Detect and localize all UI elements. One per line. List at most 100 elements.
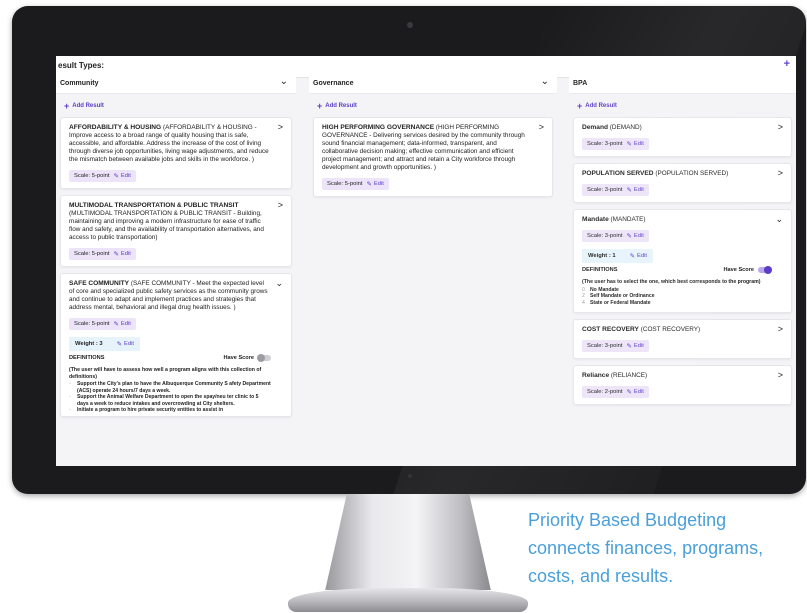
add-result-type-button[interactable]: + <box>784 58 790 70</box>
monitor-frame: esult Types: + Community ⌄ + Add Result … <box>12 6 806 494</box>
have-score-toggle[interactable] <box>257 354 271 362</box>
column-header[interactable]: Community ⌄ <box>56 74 296 94</box>
scale-label: Scale: 5-point <box>327 181 363 187</box>
edit-scale-button[interactable]: ✎ Edit <box>626 140 643 148</box>
result-name: POPULATION SERVED <box>582 170 654 177</box>
marketing-caption: Priority Based Budgeting connects financ… <box>528 506 803 590</box>
edit-scale-button[interactable]: ✎ Edit <box>626 342 643 350</box>
definition-item: ◦ Initiate a program to hire private secu… <box>69 407 271 414</box>
column-community: Community ⌄ + Add Result > AFFORDABILITY… <box>56 74 296 466</box>
have-score-control: Have Score <box>723 266 772 274</box>
edit-scale-button[interactable]: ✎ Edit <box>626 388 643 396</box>
monitor-logo-dot <box>408 474 412 478</box>
scale-chip: Scale: 3-point ✎ Edit <box>582 340 649 352</box>
column-title: Governance <box>313 80 354 87</box>
have-score-toggle[interactable] <box>758 266 772 274</box>
edit-label: Edit <box>633 343 644 349</box>
chevron-right-icon[interactable]: > <box>278 122 283 132</box>
result-title: Demand (DEMAND) <box>582 124 771 132</box>
definition-text: Support the Animal Welfare Department to… <box>77 394 259 407</box>
pencil-icon: ✎ <box>113 251 119 258</box>
have-score-control: Have Score <box>224 354 271 362</box>
edit-scale-button[interactable]: ✎ Edit <box>113 250 130 258</box>
result-title: COST RECOVERY (COST RECOVERY) <box>582 326 771 334</box>
plus-icon: + <box>577 101 583 111</box>
add-result-label: Add Result <box>325 103 357 109</box>
scale-label: Scale: 3-point <box>587 233 623 239</box>
definition-item: ◦ Support the Animal Welfare Department t… <box>69 394 271 407</box>
result-card[interactable]: > HIGH PERFORMING GOVERNANCE (HIGH PERFO… <box>313 117 553 197</box>
edit-label: Edit <box>373 181 384 187</box>
result-description: (MANDATE) <box>610 216 646 223</box>
result-card[interactable]: > POPULATION SERVED (POPULATION SERVED) … <box>573 163 792 203</box>
result-card[interactable]: > Demand (DEMAND) Scale: 3-point ✎ Edit <box>573 117 792 157</box>
chevron-right-icon[interactable]: > <box>778 168 783 178</box>
scale-chip: Scale: 2-point ✎ Edit <box>582 386 649 398</box>
result-name: COST RECOVERY <box>582 326 639 333</box>
chevron-right-icon[interactable]: > <box>278 200 283 210</box>
result-title: HIGH PERFORMING GOVERNANCE (HIGH PERFORM… <box>322 124 532 172</box>
edit-scale-button[interactable]: ✎ Edit <box>113 320 130 328</box>
result-card[interactable]: > AFFORDABILITY & HOUSING (AFFORDABILITY… <box>60 117 292 189</box>
pencil-icon: ✎ <box>626 187 632 194</box>
edit-scale-button[interactable]: ✎ Edit <box>366 180 383 188</box>
edit-scale-button[interactable]: ✎ Edit <box>113 172 130 180</box>
toggle-knob <box>257 354 265 362</box>
scale-label: Scale: 5-point <box>74 251 110 257</box>
result-name: HIGH PERFORMING GOVERNANCE <box>322 124 435 131</box>
result-card-expanded[interactable]: ⌄ SAFE COMMUNITY (SAFE COMMUNITY - Meet … <box>60 273 292 417</box>
edit-scale-button[interactable]: ✎ Edit <box>626 232 643 240</box>
add-result-button[interactable]: + Add Result <box>309 94 557 117</box>
result-name: Mandate <box>582 216 609 223</box>
pencil-icon: ✎ <box>113 173 119 180</box>
chevron-right-icon[interactable]: > <box>778 370 783 380</box>
have-score-label: Have Score <box>723 267 754 273</box>
scale-label: Scale: 3-point <box>587 343 623 349</box>
app-screen: esult Types: + Community ⌄ + Add Result … <box>56 56 796 466</box>
score-value: 4 <box>582 299 585 306</box>
bullet-icon: ◦ <box>69 394 71 400</box>
result-card[interactable]: > MULTIMODAL TRANSPORTATION & PUBLIC TRA… <box>60 195 292 267</box>
scale-chip: Scale: 5-point ✎ Edit <box>322 178 389 190</box>
edit-label: Edit <box>633 141 644 147</box>
definitions-note: (The user has to select the one, which b… <box>582 279 761 285</box>
chevron-down-icon[interactable]: ⌄ <box>275 278 283 289</box>
result-title: MULTIMODAL TRANSPORTATION & PUBLIC TRANS… <box>69 202 271 242</box>
pencil-icon: ✎ <box>626 233 632 240</box>
definition-item: ◦ Support the City's plan to have the Alb… <box>69 381 271 394</box>
column-header[interactable]: Governance ⌄ <box>309 74 557 94</box>
result-card[interactable]: > Reliance (RELIANCE) Scale: 2-point ✎ Ed… <box>573 365 792 405</box>
scale-chip: Scale: 5-point ✎ Edit <box>69 248 136 260</box>
chevron-down-icon[interactable]: ⌄ <box>775 214 783 225</box>
chevron-down-icon[interactable]: ⌄ <box>541 76 549 87</box>
result-description: (RELIANCE) <box>610 372 648 379</box>
edit-scale-button[interactable]: ✎ Edit <box>626 186 643 194</box>
column-bpa: BPA + Add Result > Demand (DEMAND) Scale… <box>569 74 796 466</box>
chevron-right-icon[interactable]: > <box>778 122 783 132</box>
result-card-expanded[interactable]: ⌄ Mandate (MANDATE) Scale: 3-point ✎ Edit… <box>573 209 792 313</box>
plus-icon: + <box>64 101 70 111</box>
score-option: 4 State or Federal Mandate <box>582 300 771 307</box>
pencil-icon: ✎ <box>366 181 372 188</box>
result-card[interactable]: > COST RECOVERY (COST RECOVERY) Scale: 3… <box>573 319 792 359</box>
scale-chip: Scale: 3-point ✎ Edit <box>582 138 649 150</box>
column-title: Community <box>60 80 99 87</box>
chevron-right-icon[interactable]: > <box>778 324 783 334</box>
edit-weight-button[interactable]: ✎ Edit <box>117 340 134 348</box>
caption-line: costs, and results. <box>528 566 674 586</box>
chevron-down-icon[interactable]: ⌄ <box>280 76 288 87</box>
definitions-note: (The user will have to assess how well a… <box>69 367 262 380</box>
scale-chip: Scale: 5-point ✎ Edit <box>69 170 136 182</box>
result-title: POPULATION SERVED (POPULATION SERVED) <box>582 170 771 178</box>
toggle-knob <box>764 266 772 274</box>
caption-line: Priority Based Budgeting <box>528 510 727 530</box>
monitor-stand-neck <box>325 494 491 590</box>
add-result-button[interactable]: + Add Result <box>56 94 296 117</box>
edit-label: Edit <box>633 389 644 395</box>
result-description: (POPULATION SERVED) <box>655 170 729 177</box>
edit-weight-button[interactable]: ✎ Edit <box>630 252 647 260</box>
score-options-list: 0 No Mandate 2 Self Mandate or Ordinance 4… <box>582 287 771 307</box>
add-result-button[interactable]: + Add Result <box>569 94 796 117</box>
chevron-right-icon[interactable]: > <box>539 122 544 132</box>
result-name: Reliance <box>582 372 610 379</box>
